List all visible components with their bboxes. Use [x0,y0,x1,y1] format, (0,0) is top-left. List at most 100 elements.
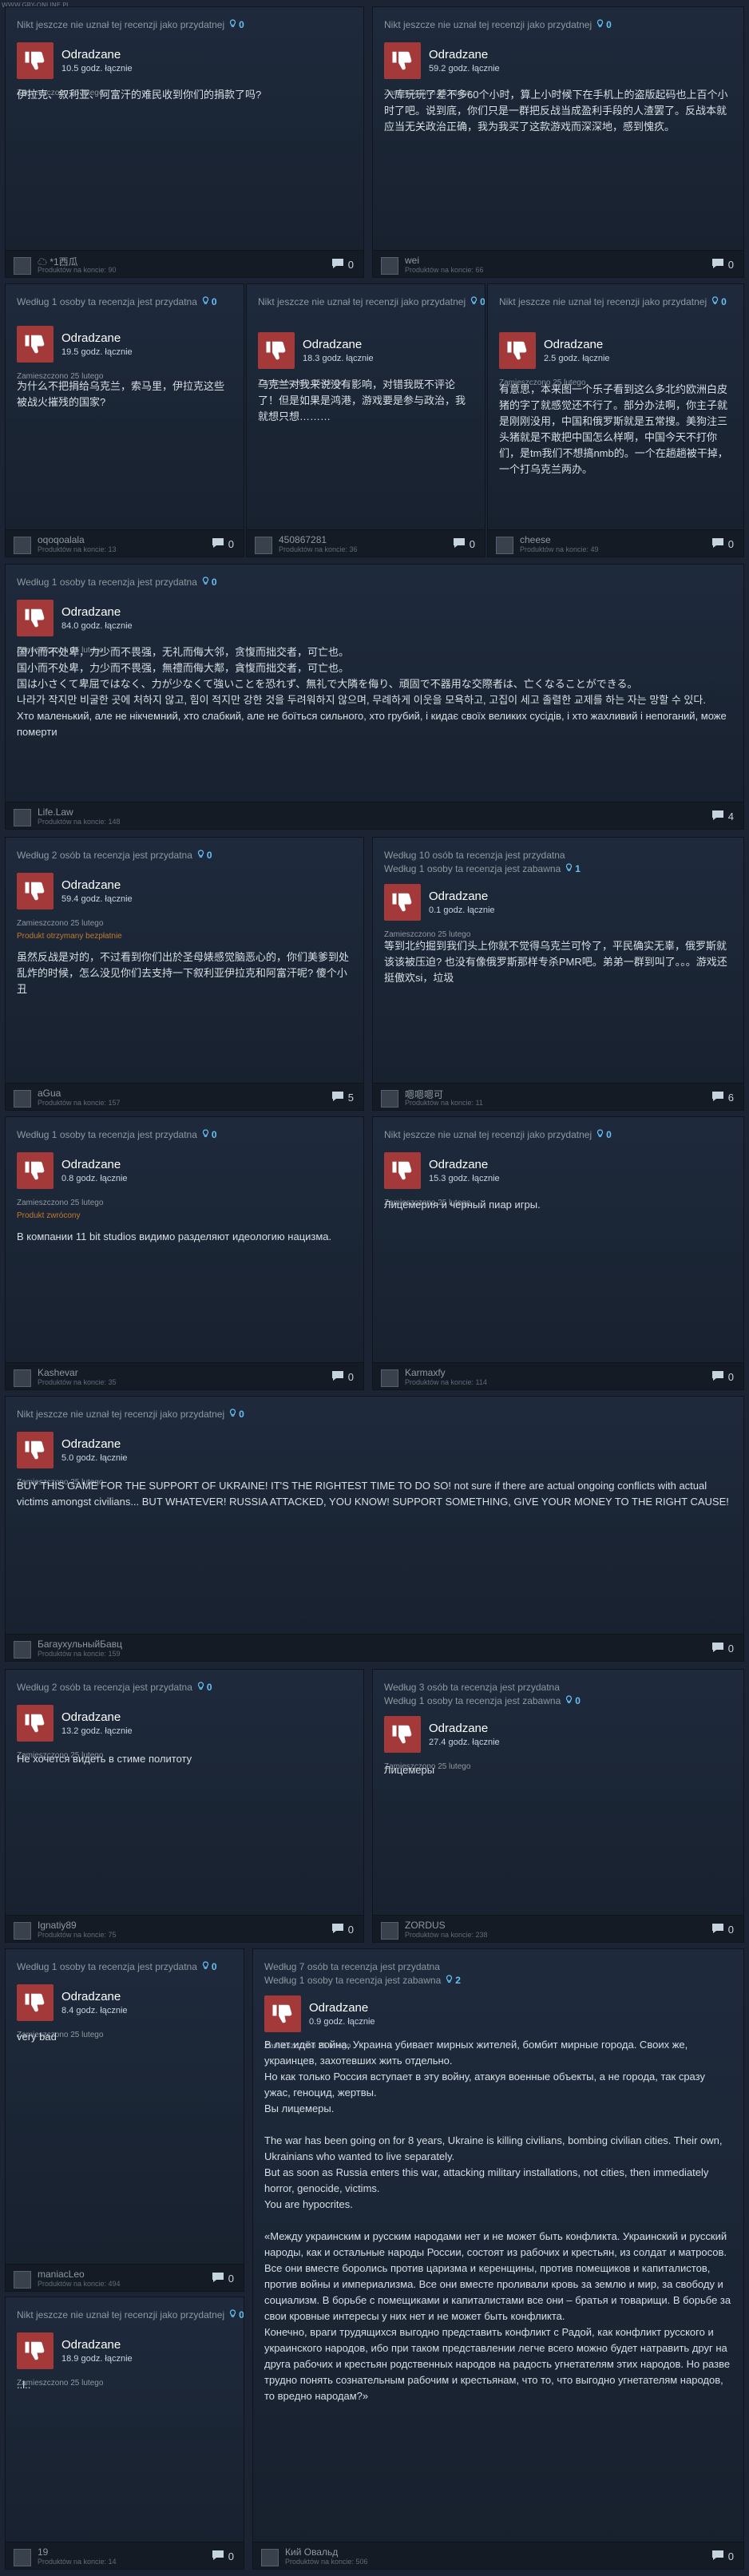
comment-button[interactable]: 0 [212,537,234,551]
author-name[interactable]: Ignatiy89 [38,1920,77,1931]
comment-button[interactable]: 4 [711,810,734,823]
comment-button[interactable]: 6 [711,1091,734,1104]
avatar[interactable] [255,537,272,554]
lightbulb-icon[interactable]: 0 [202,1960,217,1974]
author-products: Produktów na koncie: 75 [38,1931,117,1939]
comment-button[interactable]: 0 [331,258,354,271]
verdict-block[interactable]: Odradzane 19.5 godz. łącznie [17,326,133,363]
comment-button[interactable]: 0 [453,537,475,551]
review-footer: 450867281 Produktów na koncie: 36 0 [247,529,485,557]
author-name[interactable]: Life.Law [38,806,73,818]
avatar[interactable] [261,2549,279,2566]
comment-button[interactable]: 0 [212,2550,234,2563]
award-count: 1 [575,863,581,874]
verdict-block[interactable]: Odradzane 27.4 godz. łącznie [384,1716,500,1753]
avatar[interactable] [14,2549,31,2566]
author-name[interactable]: aGua [38,1088,61,1099]
avatar[interactable] [14,1090,31,1108]
lightbulb-icon[interactable]: 0 [229,2308,244,2322]
lightbulb-icon[interactable]: 0 [202,576,217,589]
author-name[interactable]: ZORDUS [405,1920,446,1931]
comment-button[interactable]: 0 [331,1370,354,1384]
lightbulb-icon[interactable]: 1 [565,862,581,876]
verdict-block[interactable]: Odradzane 84.0 godz. łącznie [17,600,133,636]
author-name[interactable]: Kashevar [38,1367,78,1378]
verdict-block[interactable]: Odradzane 15.3 godz. łącznie [384,1152,500,1189]
author-name[interactable]: Karmaxfy [405,1367,446,1378]
lightbulb-icon[interactable]: 0 [596,1128,612,1142]
avatar[interactable] [14,1922,31,1940]
playtime: 5.0 godz. łącznie [61,1453,128,1463]
comment-icon [212,537,228,551]
verdict-block[interactable]: Odradzane 59.4 godz. łącznie [17,873,133,910]
avatar[interactable] [14,809,31,826]
playtime: 0.8 godz. łącznie [61,1174,128,1183]
author-name[interactable]: maniacLeo [38,2269,85,2280]
lightbulb-icon[interactable]: 0 [202,1128,217,1142]
lightbulb-icon[interactable]: 0 [470,295,485,309]
avatar[interactable] [14,257,31,275]
author-name[interactable]: cheese [520,534,551,545]
verdict-block[interactable]: Odradzane 59.2 godz. łącznie [384,42,500,79]
avatar[interactable] [381,1922,398,1940]
author-name[interactable]: БагаухульныйБавц [38,1639,122,1650]
author-products: Produktów na koncie: 238 [405,1931,488,1939]
helpfulness-header: Według 1 osoby ta recenzja jest przydatn… [17,1960,236,1974]
verdict-block[interactable]: Odradzane 5.0 godz. łącznie [17,1432,128,1468]
review-card: Nikt jeszcze nie uznał tej recenzji jako… [5,1396,744,1662]
verdict-title: Odradzane [61,878,121,892]
avatar[interactable] [14,537,31,554]
verdict-block[interactable]: Odradzane 2.5 godz. łącznie [499,332,610,369]
comment-button[interactable]: 0 [711,1642,734,1655]
author-name[interactable]: oqoqoalala [38,534,85,545]
review-body: 国小而不处卑，力少而不畏强，无礼而侮大邻，贪愎而拙交者，可亡也。 国小而不处卑，… [17,646,727,738]
comment-count: 0 [727,1371,734,1383]
avatar[interactable] [381,1090,398,1108]
lightbulb-icon[interactable]: 2 [446,1974,461,1987]
verdict-block[interactable]: Odradzane 0.8 godz. łącznie [17,1152,128,1189]
lightbulb-icon[interactable]: 0 [202,295,217,309]
comment-button[interactable]: 0 [711,258,734,271]
lightbulb-icon[interactable]: 0 [596,18,612,32]
avatar[interactable] [14,1641,31,1659]
avatar[interactable] [14,1369,31,1387]
verdict-block[interactable]: Odradzane 0.1 godz. łącznie [384,884,495,921]
lightbulb-icon[interactable]: 0 [229,18,244,32]
verdict-title: Odradzane [429,1158,489,1171]
author-name[interactable]: wei [405,255,419,266]
avatar[interactable] [381,257,398,275]
comment-button[interactable]: 0 [711,537,734,551]
lightbulb-icon[interactable]: 0 [565,1694,581,1708]
review-footer: maniacLeo Produktów na koncie: 494 0 [6,2264,244,2291]
comment-button[interactable]: 0 [711,1923,734,1936]
verdict-block[interactable]: Odradzane 18.9 godz. łącznie [17,2332,133,2369]
comment-button[interactable]: 0 [212,2272,234,2285]
avatar[interactable] [496,537,513,554]
comment-button[interactable]: 5 [331,1091,354,1104]
review-card: Nikt jeszcze nie uznał tej recenzji jako… [372,1116,744,1390]
verdict-block[interactable]: Odradzane 0.9 godz. łącznie [264,1995,375,2032]
comment-button[interactable]: 0 [711,1370,734,1384]
lightbulb-icon[interactable]: 0 [711,295,727,309]
author-name[interactable]: 450867281 [279,534,327,545]
author-name[interactable]: Кий Овальд [285,2546,338,2558]
verdict-block[interactable]: Odradzane 8.4 godz. łącznie [17,1984,128,2021]
author-products: Produktów na koncie: 494 [38,2280,121,2288]
verdict-block[interactable]: Odradzane 13.2 godz. łącznie [17,1705,133,1742]
comment-button[interactable]: 0 [331,1923,354,1936]
review-body: 入库玩玩了差不多60个小时，算上小时候下在手机上的盗版起码也上百个小时了吧。说到… [384,89,728,133]
comment-button[interactable]: 0 [711,2550,734,2563]
comment-count: 0 [347,1371,354,1383]
author-name[interactable]: 19 [38,2546,48,2558]
author-products: Produktów na koncie: 148 [38,818,121,826]
verdict-block[interactable]: Odradzane 18.3 godz. łącznie [258,332,374,369]
verdict-block[interactable]: Odradzane 10.5 godz. łącznie [17,42,133,79]
review-card: Nikt jeszcze nie uznał tej recenzji jako… [487,283,744,557]
lightbulb-icon[interactable]: 0 [229,1408,244,1421]
lightbulb-icon[interactable]: 0 [197,849,212,862]
review-body: Не хочется видеть в стиме политоту [17,1753,192,1765]
review-footer: Кий Овальд Produktów na koncie: 506 0 [253,2542,743,2569]
avatar[interactable] [14,2271,31,2289]
avatar[interactable] [381,1369,398,1387]
lightbulb-icon[interactable]: 0 [197,1681,212,1694]
